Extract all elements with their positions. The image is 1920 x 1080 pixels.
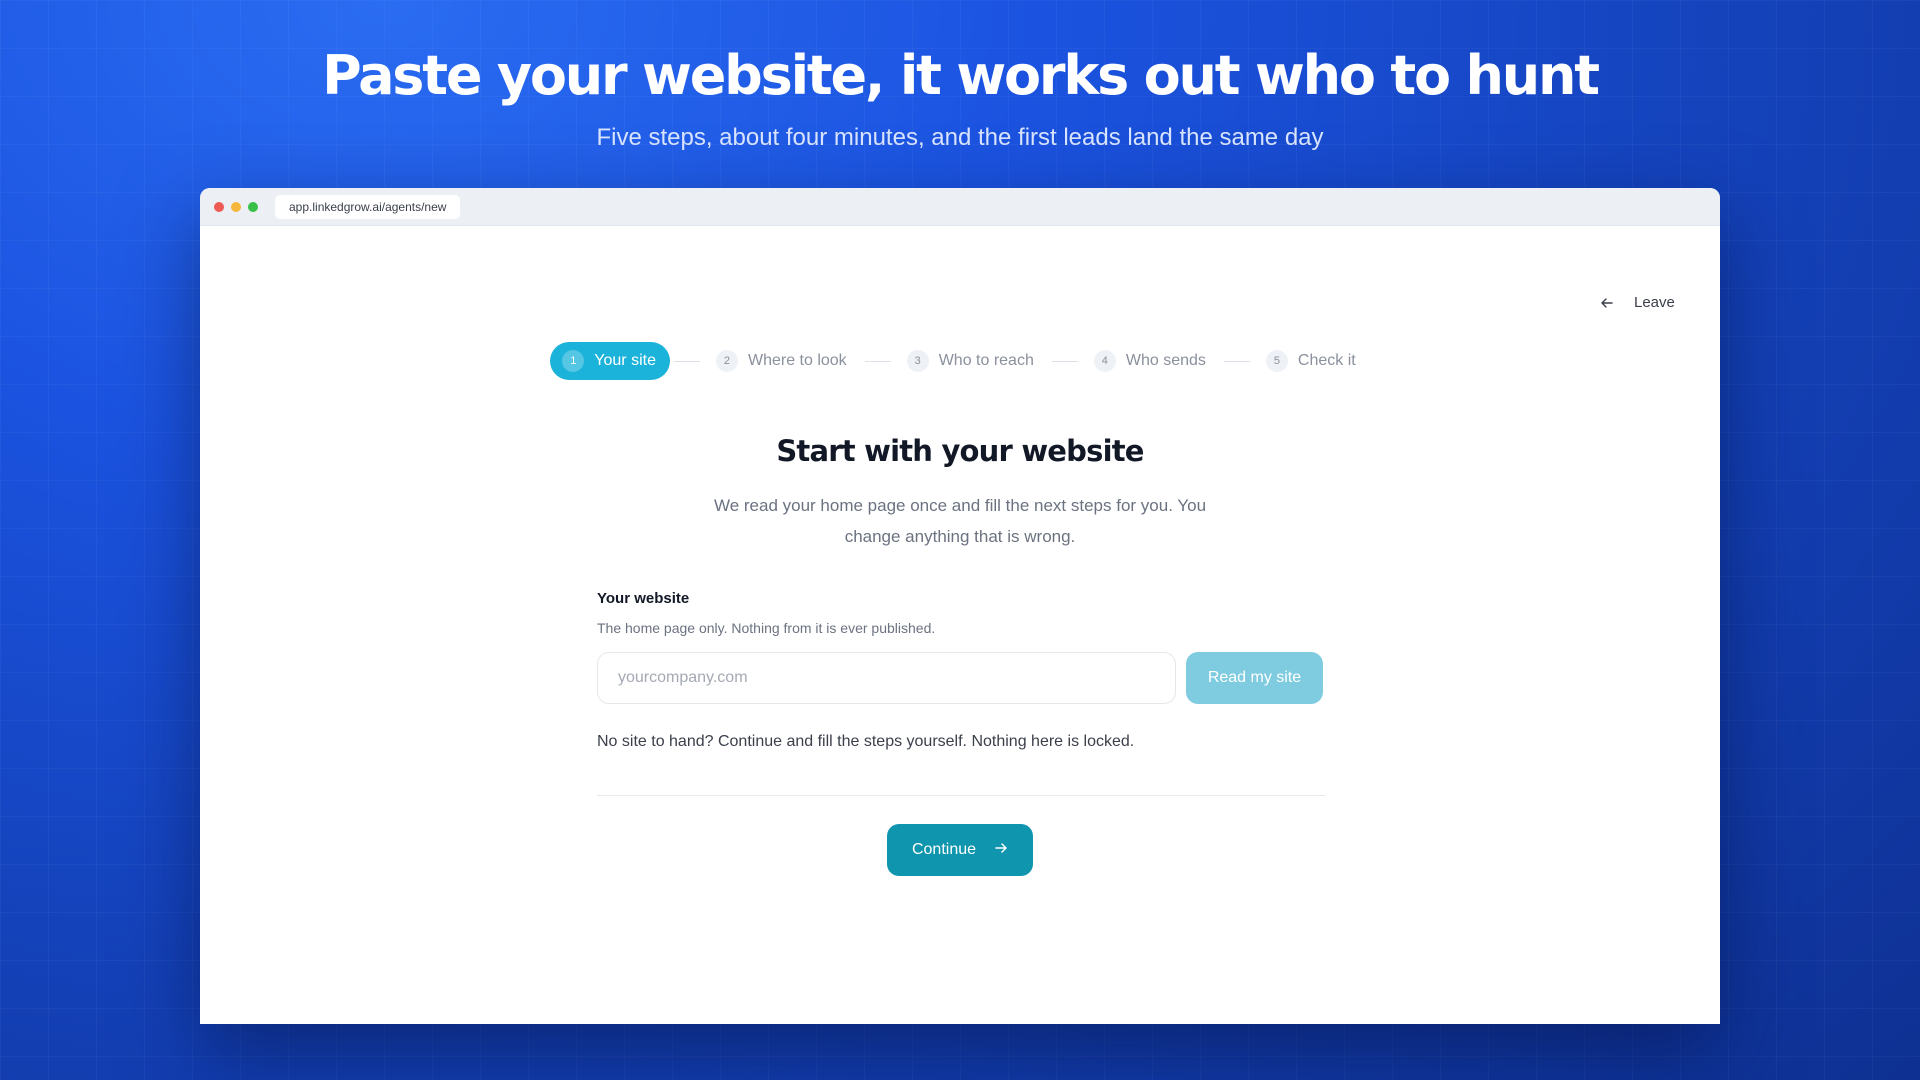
continue-button[interactable]: Continue — [887, 824, 1033, 876]
divider — [597, 795, 1325, 796]
website-field-label: Your website — [597, 590, 690, 607]
leave-label: Leave — [1634, 294, 1675, 311]
arrow-left-icon — [1600, 296, 1614, 310]
step-label: Check it — [1297, 352, 1356, 369]
step-label: Who sends — [1125, 352, 1206, 369]
step-where-to-look[interactable]: 2 Where to look — [704, 342, 861, 380]
website-input[interactable] — [597, 652, 1176, 704]
close-window-dot[interactable] — [214, 201, 224, 212]
browser-toolbar: app.linkedgrow.ai/agents/new — [200, 188, 1720, 226]
step-connector — [1051, 360, 1078, 362]
website-field-help: The home page only. Nothing from it is e… — [597, 620, 936, 636]
arrow-right-icon — [994, 841, 1008, 860]
step-label: Where to look — [747, 352, 847, 369]
step-who-to-reach[interactable]: 3 Who to reach — [895, 342, 1048, 380]
hero-subtitle: Five steps, about four minutes, and the … — [596, 124, 1324, 151]
browser-window: app.linkedgrow.ai/agents/new Leave 1 You… — [200, 188, 1720, 1024]
maximize-window-dot[interactable] — [248, 201, 258, 212]
step-check-it[interactable]: 5 Check it — [1254, 342, 1370, 380]
minimize-window-dot[interactable] — [231, 201, 241, 212]
step-number: 3 — [906, 350, 929, 372]
step-number: 1 — [562, 350, 585, 372]
page-title: Start with your website — [776, 434, 1144, 468]
leave-link[interactable]: Leave — [1600, 294, 1675, 311]
step-who-sends[interactable]: 4 Who sends — [1082, 342, 1220, 380]
address-bar[interactable]: app.linkedgrow.ai/agents/new — [275, 194, 461, 219]
read-my-site-button[interactable]: Read my site — [1186, 652, 1323, 704]
step-number: 2 — [715, 350, 738, 372]
step-connector — [673, 360, 700, 362]
hero-title: Paste your website, it works out who to … — [322, 44, 1600, 107]
step-number: 4 — [1093, 350, 1116, 372]
step-label: Your site — [594, 352, 656, 369]
no-site-note: No site to hand? Continue and fill the s… — [597, 733, 1135, 750]
step-your-site[interactable]: 1 Your site — [550, 342, 670, 380]
step-number: 5 — [1265, 350, 1288, 372]
step-label: Who to reach — [938, 352, 1034, 369]
continue-label: Continue — [911, 841, 977, 858]
page-description: We read your home page once and fill the… — [713, 496, 1207, 546]
step-progress: 1 Your site 2 Where to look 3 Who to rea… — [200, 342, 1720, 380]
step-connector — [864, 360, 891, 362]
step-connector — [1223, 360, 1250, 362]
